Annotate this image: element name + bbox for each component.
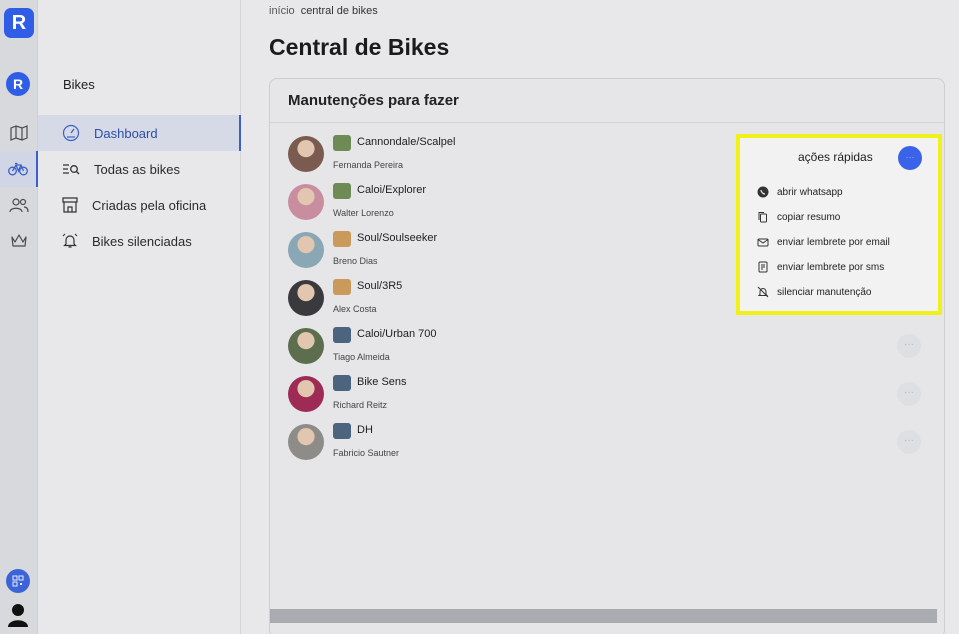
owner-name: Richard Reitz xyxy=(333,400,388,410)
owner-name: Fabricio Sautner xyxy=(333,448,400,458)
users-icon[interactable] xyxy=(0,187,38,223)
owner-name: Alex Costa xyxy=(333,304,377,314)
owner-avatar xyxy=(288,184,324,220)
owner-avatar xyxy=(288,136,324,172)
list-search-icon xyxy=(63,164,80,175)
action-sms-reminder[interactable]: enviar lembrete por sms xyxy=(757,261,884,273)
crown-icon[interactable] xyxy=(0,223,38,259)
owner-avatar xyxy=(288,376,324,412)
owner-name: Walter Lorenzo xyxy=(333,208,394,218)
secondary-sidebar: Bikes Dashboard Todas as bikes Criadas p… xyxy=(38,0,241,634)
bike-name[interactable]: DH xyxy=(357,424,373,436)
breadcrumb: início central de bikes xyxy=(269,5,378,17)
mail-icon xyxy=(757,238,769,247)
action-label: abrir whatsapp xyxy=(777,186,843,198)
card-title: Manutenções para fazer xyxy=(270,79,944,123)
bike-name[interactable]: Bike Sens xyxy=(357,376,407,388)
sidebar-item-label: Todas as bikes xyxy=(94,161,180,177)
list-item[interactable]: Caloi/Urban 700 Tiago Almeida ··· xyxy=(288,327,928,376)
bike-name[interactable]: Soul/Soulseeker xyxy=(357,232,437,244)
popup-more-button[interactable]: ··· xyxy=(898,146,922,170)
popup-title: ações rápidas xyxy=(798,150,873,164)
list-item[interactable]: DH Fabricio Sautner ··· xyxy=(288,423,928,472)
bike-brand-icon xyxy=(333,183,351,199)
icon-rail: R R xyxy=(0,0,38,634)
action-label: copiar resumo xyxy=(777,211,841,223)
action-open-whatsapp[interactable]: abrir whatsapp xyxy=(757,186,843,198)
owner-name: Tiago Almeida xyxy=(333,352,390,362)
bike-brand-icon xyxy=(333,231,351,247)
sidebar-item-label: Bikes silenciadas xyxy=(92,233,192,249)
action-label: enviar lembrete por email xyxy=(777,236,890,248)
sidebar-item-silenced-bikes[interactable]: Bikes silenciadas xyxy=(38,223,241,259)
owner-avatar xyxy=(288,328,324,364)
page-title: Central de Bikes xyxy=(269,34,450,60)
whatsapp-icon xyxy=(757,186,769,198)
user-avatar-icon[interactable] xyxy=(7,603,29,627)
breadcrumb-current: central de bikes xyxy=(300,5,378,17)
sms-icon xyxy=(758,261,768,273)
bike-name[interactable]: Cannondale/Scalpel xyxy=(357,136,455,148)
workshop-logo[interactable]: R xyxy=(6,72,30,96)
sidebar-title: Bikes xyxy=(63,77,95,92)
list-item[interactable]: Bike Sens Richard Reitz ··· xyxy=(288,375,928,424)
bike-brand-icon xyxy=(333,327,351,343)
owner-name: Breno Dias xyxy=(333,256,378,266)
bike-brand-icon xyxy=(333,423,351,439)
bike-brand-icon xyxy=(333,279,351,295)
sidebar-item-label: Criadas pela oficina xyxy=(92,197,207,213)
qr-code-icon[interactable] xyxy=(6,569,30,593)
breadcrumb-home[interactable]: início xyxy=(269,5,295,17)
owner-avatar xyxy=(288,232,324,268)
map-icon[interactable] xyxy=(0,115,38,151)
bell-off-icon xyxy=(757,286,769,298)
owner-avatar xyxy=(288,424,324,460)
action-silence-maintenance[interactable]: silenciar manutenção xyxy=(757,286,872,298)
bike-name[interactable]: Caloi/Explorer xyxy=(357,184,426,196)
row-more-button[interactable]: ··· xyxy=(897,382,921,406)
action-label: silenciar manutenção xyxy=(777,286,872,298)
sidebar-item-label: Dashboard xyxy=(94,125,158,141)
bike-icon[interactable] xyxy=(0,151,38,187)
store-icon xyxy=(62,197,78,213)
row-more-button[interactable]: ··· xyxy=(897,334,921,358)
bike-brand-icon xyxy=(333,135,351,151)
action-copy-summary[interactable]: copiar resumo xyxy=(757,211,840,223)
copy-icon xyxy=(758,212,767,223)
bell-icon xyxy=(62,233,78,248)
action-email-reminder[interactable]: enviar lembrete por email xyxy=(757,236,890,248)
owner-avatar xyxy=(288,280,324,316)
quick-actions-popup: ações rápidas ··· abrir whatsapp copiar … xyxy=(736,134,942,315)
owner-name: Fernanda Pereira xyxy=(333,160,404,170)
app-logo[interactable]: R xyxy=(4,8,34,38)
sidebar-item-workshop-created[interactable]: Criadas pela oficina xyxy=(38,187,241,223)
row-more-button[interactable]: ··· xyxy=(897,430,921,454)
sidebar-item-dashboard[interactable]: Dashboard xyxy=(38,115,241,151)
action-label: enviar lembrete por sms xyxy=(777,261,885,273)
sidebar-item-all-bikes[interactable]: Todas as bikes xyxy=(38,151,241,187)
horizontal-scrollbar[interactable] xyxy=(270,609,937,623)
gauge-icon xyxy=(62,124,80,142)
bike-name[interactable]: Soul/3R5 xyxy=(357,280,402,292)
bike-brand-icon xyxy=(333,375,351,391)
bike-name[interactable]: Caloi/Urban 700 xyxy=(357,328,437,340)
